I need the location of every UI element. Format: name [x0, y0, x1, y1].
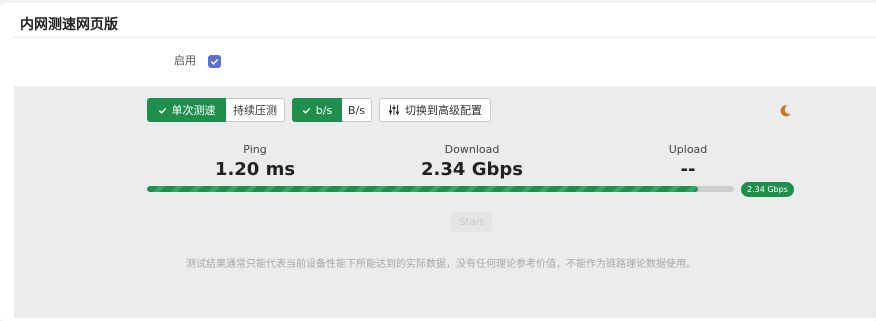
continuous-test-button[interactable]: 持续压测 [226, 98, 285, 122]
unit-bytes-label: B/s [348, 103, 365, 117]
download-value: 2.34 Gbps [421, 159, 523, 180]
check-icon [302, 107, 311, 114]
speed-badge: 2.34 Gbps [741, 182, 794, 197]
moon-icon[interactable] [778, 104, 792, 118]
enable-checkbox[interactable] [208, 55, 221, 68]
disclaimer-text: 测试结果通常只能代表当前设备性能下所能达到的实际数据，没有任何理论参考价值，不能… [186, 259, 696, 270]
single-test-button[interactable]: 单次测速 [147, 98, 226, 122]
advanced-config-button[interactable]: 切换到高级配置 [379, 98, 491, 122]
unit-bits-button[interactable]: b/s [292, 98, 342, 122]
enable-label: 启用 [174, 54, 196, 67]
title-divider [12, 37, 876, 38]
unit-bytes-button[interactable]: B/s [342, 98, 372, 122]
check-icon [158, 107, 166, 114]
page-title: 内网测速网页版 [20, 17, 118, 33]
ping-value: 1.20 ms [214, 159, 296, 180]
progress-fill [147, 186, 698, 192]
advanced-config-label: 切换到高级配置 [405, 104, 482, 117]
download-label: Download [444, 143, 500, 156]
continuous-test-label: 持续压测 [233, 104, 277, 117]
ping-label: Ping [243, 143, 267, 156]
check-icon [210, 58, 219, 65]
sliders-icon [389, 105, 399, 115]
upload-label: Upload [668, 143, 708, 156]
upload-value: -- [680, 159, 696, 180]
unit-bits-label: b/s [315, 103, 333, 117]
single-test-label: 单次测速 [171, 104, 216, 117]
progress-track [147, 186, 734, 192]
start-button[interactable]: Start [451, 212, 492, 232]
